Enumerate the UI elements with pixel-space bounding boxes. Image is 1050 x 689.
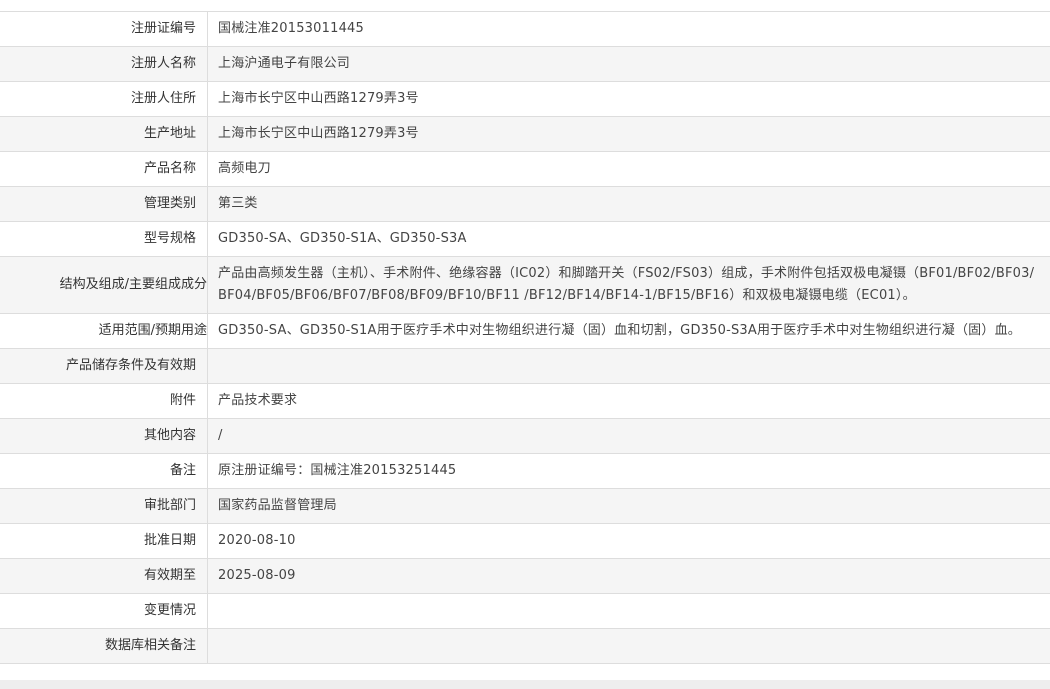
field-label: 注册人名称	[0, 46, 208, 82]
field-label: 审批部门	[0, 488, 208, 524]
field-label: 附件	[0, 383, 208, 419]
field-label: 型号规格	[0, 221, 208, 257]
table-row: 其他内容 /	[0, 418, 1050, 454]
field-label: 产品储存条件及有效期	[0, 348, 208, 384]
table-row: 产品名称 高频电刀	[0, 151, 1050, 187]
table-row: 附件 产品技术要求	[0, 383, 1050, 419]
field-value: 上海市长宁区中山西路1279弄3号	[218, 91, 419, 106]
field-label: 适用范围/预期用途	[0, 313, 208, 349]
table-row: 适用范围/预期用途 GD350-SA、GD350-S1A用于医疗手术中对生物组织…	[0, 313, 1050, 349]
table-row: 型号规格 GD350-SA、GD350-S1A、GD350-S3A	[0, 221, 1050, 257]
field-label: 注册人住所	[0, 81, 208, 117]
page-footer-bar	[0, 680, 1050, 689]
table-row: 管理类别 第三类	[0, 186, 1050, 222]
field-label: 注册证编号	[0, 11, 208, 47]
field-value	[208, 594, 1050, 629]
field-value: GD350-SA、GD350-S1A用于医疗手术中对生物组织进行凝（固）血和切割…	[218, 323, 1021, 338]
field-value: 上海沪通电子有限公司	[218, 56, 351, 71]
field-value: 第三类	[218, 196, 258, 211]
table-row: 生产地址 上海市长宁区中山西路1279弄3号	[0, 116, 1050, 152]
table-row: 备注 原注册证编号：国械注准20153251445	[0, 453, 1050, 489]
table-row: 审批部门 国家药品监督管理局	[0, 488, 1050, 524]
field-value	[208, 629, 1050, 664]
table-row: 注册人名称 上海沪通电子有限公司	[0, 46, 1050, 82]
field-label: 变更情况	[0, 593, 208, 629]
table-row: 有效期至 2025-08-09	[0, 558, 1050, 594]
field-label: 数据库相关备注	[0, 628, 208, 664]
table-row: 数据库相关备注	[0, 628, 1050, 664]
field-value: 原注册证编号：国械注准20153251445	[218, 463, 457, 478]
field-value: /	[218, 428, 223, 443]
field-label: 结构及组成/主要组成成分	[0, 256, 208, 314]
table-row: 注册人住所 上海市长宁区中山西路1279弄3号	[0, 81, 1050, 117]
table-row: 变更情况	[0, 593, 1050, 629]
field-value: 高频电刀	[218, 161, 271, 176]
table-row: 结构及组成/主要组成成分 产品由高频发生器（主机）、手术附件、绝缘容器（IC02…	[0, 256, 1050, 314]
field-label: 管理类别	[0, 186, 208, 222]
table-row: 产品储存条件及有效期	[0, 348, 1050, 384]
field-label: 备注	[0, 453, 208, 489]
field-label: 有效期至	[0, 558, 208, 594]
field-value: GD350-SA、GD350-S1A、GD350-S3A	[218, 231, 467, 246]
field-value	[208, 349, 1050, 384]
registration-record-table: 注册证编号 国械注准20153011445 注册人名称 上海沪通电子有限公司 注…	[0, 11, 1050, 664]
field-value: 产品技术要求	[218, 393, 298, 408]
table-row: 批准日期 2020-08-10	[0, 523, 1050, 559]
field-value: 国家药品监督管理局	[218, 498, 337, 513]
field-label: 产品名称	[0, 151, 208, 187]
field-value: 国械注准20153011445	[218, 21, 364, 36]
field-value: 2020-08-10	[218, 533, 296, 548]
field-value: 2025-08-09	[218, 568, 296, 583]
table-row: 注册证编号 国械注准20153011445	[0, 11, 1050, 47]
field-label: 其他内容	[0, 418, 208, 454]
field-value: 产品由高频发生器（主机）、手术附件、绝缘容器（IC02）和脚踏开关（FS02/F…	[218, 266, 1035, 303]
field-label: 批准日期	[0, 523, 208, 559]
field-value: 上海市长宁区中山西路1279弄3号	[218, 126, 419, 141]
field-label: 生产地址	[0, 116, 208, 152]
